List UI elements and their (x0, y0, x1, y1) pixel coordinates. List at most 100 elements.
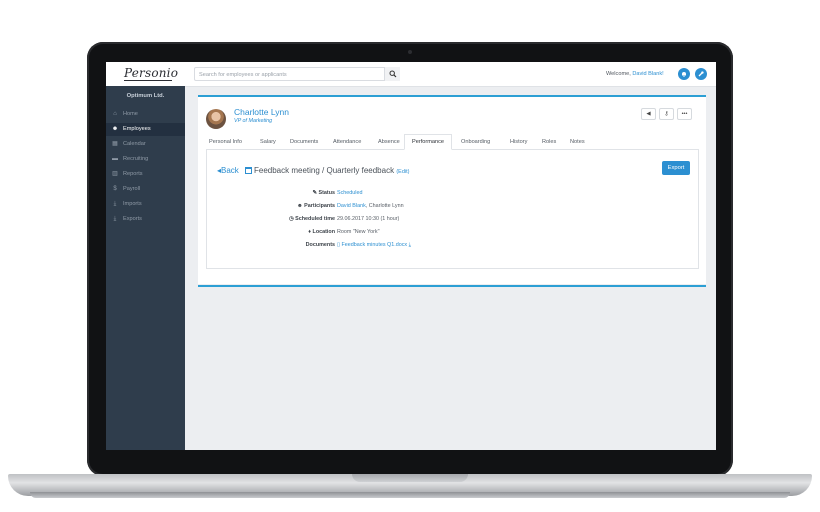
more-icon: ••• (681, 111, 688, 117)
sidebar-item-label: Calendar (123, 141, 146, 147)
document-link[interactable]: ▯ Feedback minutes Q1.docx ⤓ (337, 242, 411, 248)
tab-attendance[interactable]: Attendance (333, 135, 361, 149)
welcome-user-link[interactable]: David Blank! (632, 71, 663, 77)
tab-notes[interactable]: Notes (570, 135, 585, 149)
laptop-base-bottom (30, 492, 790, 498)
dollar-icon: $ (113, 186, 117, 192)
sidebar-item-label: Payroll (123, 186, 141, 192)
detail-key-label: Documents (305, 242, 335, 248)
sidebar-item-calendar[interactable]: ▦ Calendar (106, 138, 185, 151)
top-bar: Personio Search for employees or applica… (106, 62, 716, 87)
sidebar-item-employees[interactable]: ☻ Employees (106, 123, 185, 136)
detail-key-label: Participants (304, 203, 335, 209)
sidebar-item-home[interactable]: ⌂ Home (106, 108, 185, 121)
detail-value-text[interactable]: Scheduled (337, 190, 362, 196)
employee-name[interactable]: Charlotte Lynn (234, 107, 289, 117)
title-text: Feedback meeting / Quarterly feedback (254, 166, 395, 175)
megaphone-button[interactable]: ◀ (641, 108, 656, 120)
detail-row-participants: ☻ Participants David Blank, Charlotte Lyn… (207, 203, 700, 213)
avatar (206, 109, 226, 129)
tab-personal-info[interactable]: Personal Info (209, 135, 242, 149)
feedback-panel: ◂Back Feedback meeting / Quarterly feedb… (206, 149, 699, 269)
detail-key: Documents (306, 242, 335, 248)
briefcase-icon: ▬ (112, 156, 118, 162)
wrench-icon (698, 71, 704, 77)
detail-key-label: Status (318, 190, 335, 196)
detail-value: ▯ Feedback minutes Q1.docx ⤓ (337, 242, 411, 249)
detail-value-text: Room "New York" (337, 229, 380, 235)
bell-icon (682, 72, 686, 77)
sidebar-item-label: Employees (123, 126, 151, 132)
settings-button[interactable] (695, 68, 707, 80)
notifications-button[interactable] (678, 68, 690, 80)
home-icon: ⌂ (113, 111, 117, 117)
detail-row-status: ✎ Status Scheduled (207, 190, 700, 200)
sidebar: Optimum Ltd. ⌂ Home ☻ Employees ▦ Calendar ▬ Re… (106, 86, 185, 450)
sidebar-item-label: Home (123, 111, 138, 117)
camera (408, 50, 412, 54)
search-icon (389, 70, 397, 78)
tab-roles[interactable]: Roles (542, 135, 556, 149)
download-icon: ⤓ (113, 201, 117, 207)
tab-bar: Personal Info Salary Documents Attendance Ab… (206, 134, 699, 150)
detail-value: Room "New York" (337, 229, 379, 235)
tab-salary[interactable]: Salary (260, 135, 276, 149)
sidebar-item-label: Recruiting (123, 156, 149, 162)
sidebar-item-exports[interactable]: ⤓ Exports (106, 213, 185, 226)
page-title: Feedback meeting / Quarterly feedback (E… (245, 166, 409, 175)
detail-key-label: Scheduled time (295, 216, 335, 222)
detail-value: Scheduled (337, 190, 362, 196)
tab-history[interactable]: History (510, 135, 527, 149)
detail-value-text: 29.06.2017 10:30 (1 hour) (337, 216, 400, 222)
chart-icon: ▥ (112, 171, 118, 177)
tab-absence[interactable]: Absence (378, 135, 400, 149)
detail-value: David Blank, Charlotte Lynn (337, 203, 404, 209)
employee-card: Charlotte Lynn VP of Marketing ◀ ⚷ ••• Per… (198, 97, 706, 284)
document-name: Feedback minutes Q1.docx (341, 242, 408, 248)
detail-key: ♦ Location (308, 229, 335, 235)
participant-link[interactable]: David Blank (337, 203, 366, 209)
detail-key: ☻ Participants (297, 203, 335, 209)
back-label: Back (221, 166, 239, 175)
laptop-notch (352, 474, 468, 482)
calendar-icon: ▦ (112, 141, 118, 147)
detail-key: ◷ Scheduled time (289, 216, 335, 222)
search-button[interactable] (384, 67, 400, 81)
participant-rest: , Charlotte Lynn (365, 203, 404, 209)
more-button[interactable]: ••• (677, 108, 692, 120)
sidebar-item-recruiting[interactable]: ▬ Recruiting (106, 153, 185, 166)
search-input[interactable]: Search for employees or applicants (194, 67, 400, 81)
company-name: Optimum Ltd. (126, 93, 165, 99)
detail-row-scheduled-time: ◷ Scheduled time 29.06.2017 10:30 (1 hour… (207, 216, 700, 226)
welcome-prefix: Welcome, (606, 71, 633, 77)
sidebar-item-imports[interactable]: ⤓ Imports (106, 198, 185, 211)
tab-onboarding[interactable]: Onboarding (461, 135, 490, 149)
download-icon[interactable]: ⤓ (407, 242, 411, 248)
app-screen: Personio Search for employees or applica… (106, 62, 716, 450)
sidebar-item-reports[interactable]: ▥ Reports (106, 168, 185, 181)
download-icon: ⤓ (113, 216, 117, 222)
export-button[interactable]: Export (662, 161, 690, 175)
edit-link[interactable]: (Edit) (396, 169, 409, 175)
sidebar-item-label: Reports (123, 171, 143, 177)
calendar-icon (245, 167, 252, 174)
employee-role: VP of Marketing (234, 118, 273, 124)
detail-row-documents: Documents ▯ Feedback minutes Q1.docx ⤓ (207, 242, 700, 252)
tab-documents[interactable]: Documents (290, 135, 318, 149)
detail-key: ✎ Status (313, 190, 336, 196)
edit-label: Edit (398, 169, 408, 175)
back-link[interactable]: ◂Back (217, 166, 239, 175)
key-icon: ⚷ (664, 111, 669, 117)
megaphone-icon: ◀ (646, 111, 651, 117)
detail-value: 29.06.2017 10:30 (1 hour) (337, 216, 399, 222)
users-icon: ☻ (111, 126, 119, 132)
sidebar-item-payroll[interactable]: $ Payroll (106, 183, 185, 196)
sidebar-item-label: Exports (123, 216, 142, 222)
welcome-text: Welcome, David Blank! (606, 71, 664, 77)
detail-row-location: ♦ Location Room "New York" (207, 229, 700, 239)
key-button[interactable]: ⚷ (659, 108, 674, 120)
detail-key-label: Location (312, 229, 335, 235)
tab-performance[interactable]: Performance (404, 134, 453, 150)
sidebar-item-label: Imports (123, 201, 142, 207)
content-bottom-strip (198, 285, 706, 287)
